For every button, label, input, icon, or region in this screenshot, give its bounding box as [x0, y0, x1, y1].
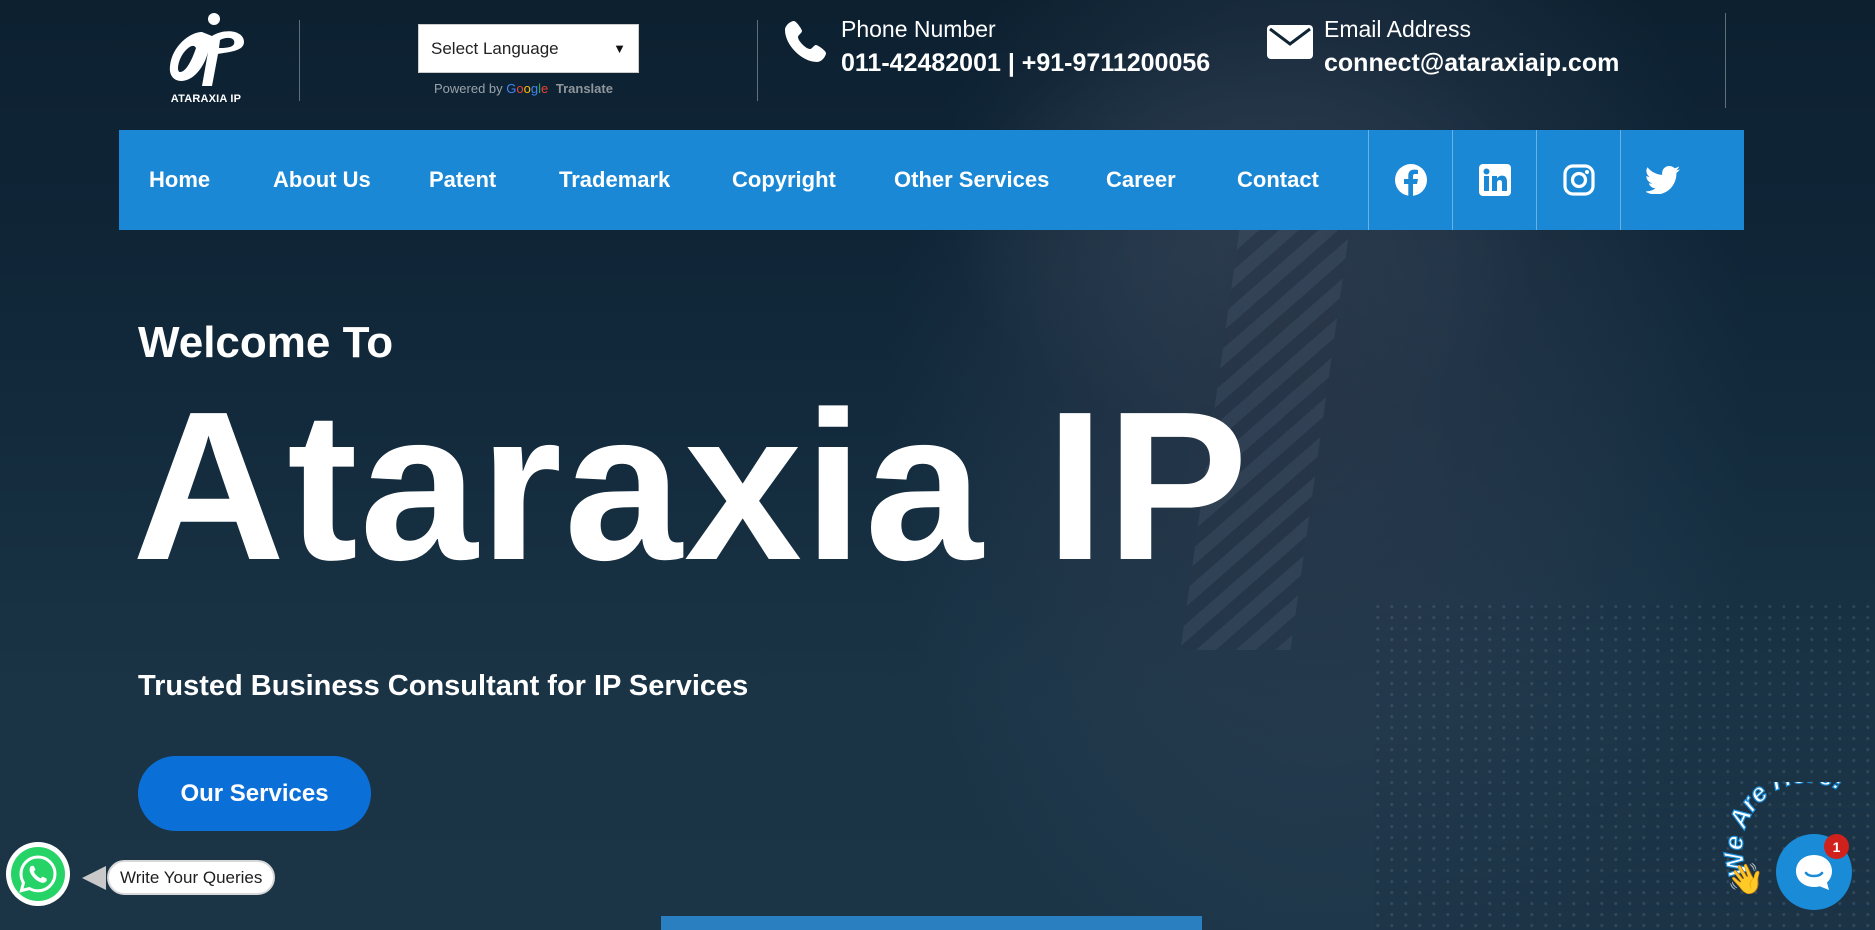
nav-item-career[interactable]: Career [1106, 130, 1176, 230]
section-strip [661, 916, 1202, 930]
nav-item-patent[interactable]: Patent [429, 130, 496, 230]
nav-item-copyright[interactable]: Copyright [732, 130, 836, 230]
divider [299, 20, 300, 101]
social-linkedin[interactable] [1452, 130, 1536, 230]
logo-text: ATARAXIA IP [170, 93, 242, 105]
instagram-icon [1562, 164, 1595, 196]
social-twitter[interactable] [1620, 130, 1704, 230]
whatsapp-bubble-arrow [82, 866, 106, 890]
linkedin-icon [1478, 164, 1511, 196]
phone-label: Phone Number [841, 16, 996, 42]
social-instagram[interactable] [1536, 130, 1620, 230]
twitter-icon [1645, 166, 1680, 194]
hero-title: Ataraxia IP [132, 367, 1250, 604]
waving-hand-icon: 👋 [1727, 863, 1765, 896]
phone-icon [785, 21, 826, 62]
nav-item-home[interactable]: Home [149, 130, 210, 230]
email-label: Email Address [1324, 16, 1472, 42]
chat-notification-badge: 1 [1824, 834, 1849, 859]
nav-item-about-us[interactable]: About Us [273, 130, 371, 230]
powered-by-text: Powered by [434, 81, 503, 96]
email-icon [1267, 25, 1313, 59]
divider [757, 20, 758, 101]
logo[interactable]: ATARAXIA IP [160, 12, 250, 108]
chevron-down-icon: ▼ [613, 41, 626, 56]
facebook-icon [1394, 164, 1427, 197]
hero-welcome: Welcome To [138, 318, 394, 367]
translate-text: Translate [555, 81, 613, 96]
nav-item-trademark[interactable]: Trademark [559, 130, 670, 230]
nav-item-contact[interactable]: Contact [1237, 130, 1319, 230]
hero-subtitle: Trusted Business Consultant for IP Servi… [138, 670, 749, 702]
main-nav: Home About Us Patent Trademark Copyright… [119, 130, 1744, 230]
social-facebook[interactable] [1368, 130, 1452, 230]
language-select[interactable]: Select Language ▼ [418, 24, 639, 73]
whatsapp-icon [11, 847, 65, 901]
whatsapp-bubble[interactable]: Write Your Queries [107, 860, 276, 895]
nav-item-other-services[interactable]: Other Services [894, 130, 1049, 230]
email-value[interactable]: connect@ataraxiaip.com [1324, 49, 1619, 78]
phone-value[interactable]: 011-42482001 | +91-9711200056 [841, 49, 1210, 78]
google-wordmark: Google [506, 81, 549, 96]
whatsapp-button[interactable] [6, 842, 70, 906]
divider [1725, 13, 1726, 108]
language-select-value: Select Language [431, 38, 559, 58]
chat-bubble-icon [1796, 855, 1832, 890]
top-bar: ATARAXIA IP Select Language ▼ Powered by… [0, 0, 1875, 110]
our-services-button[interactable]: Our Services [138, 756, 371, 831]
logo-mark-icon [169, 13, 244, 86]
google-translate-credit[interactable]: Powered by Google Translate [434, 81, 613, 96]
